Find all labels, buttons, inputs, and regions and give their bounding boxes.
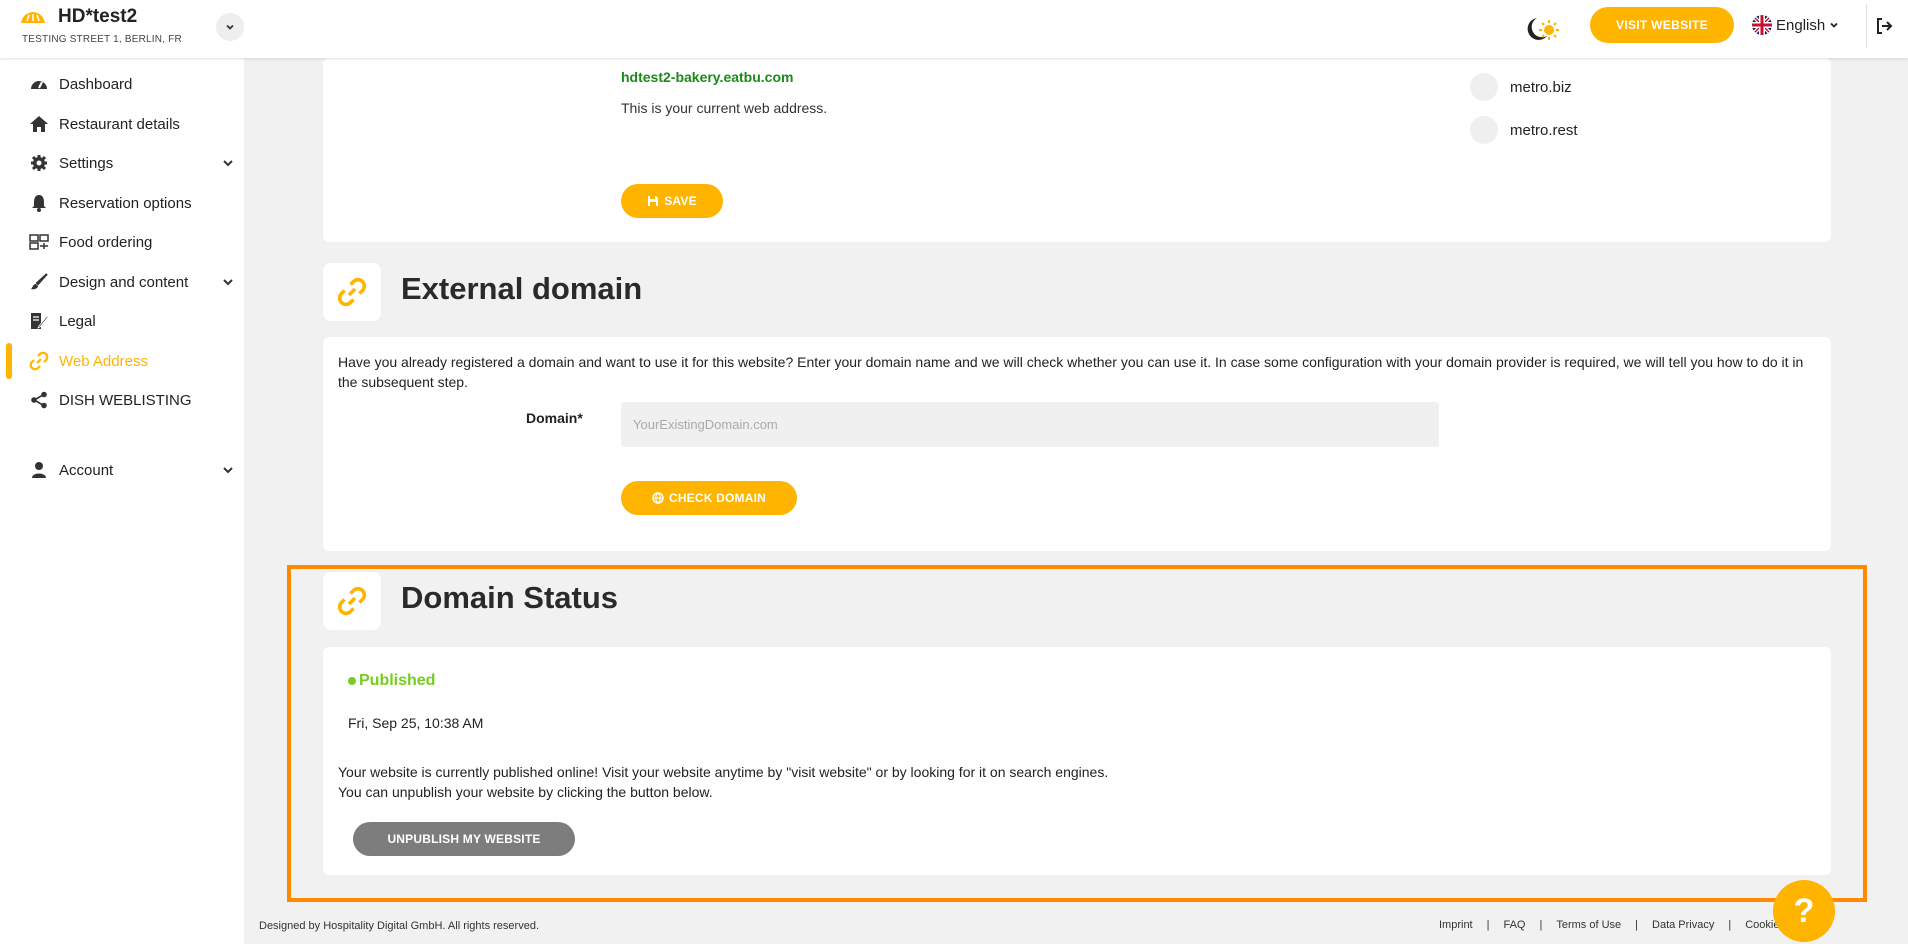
footer-separator: | [1728, 919, 1732, 931]
footer-link-faq[interactable]: FAQ [1503, 919, 1525, 931]
save-label: SAVE [664, 194, 697, 208]
gear-icon [28, 152, 50, 174]
radio-button[interactable] [1470, 73, 1498, 101]
visit-website-button[interactable]: VISIT WEBSITE [1590, 7, 1734, 43]
sidebar-item-label: Design and content [59, 273, 189, 291]
food-ordering-icon [28, 231, 50, 253]
current-web-address-description: This is your current web address. [621, 100, 828, 116]
chevron-down-icon [1830, 22, 1838, 28]
chevron-down-icon [223, 160, 233, 167]
sidebar-item-account[interactable]: Account [0, 452, 244, 488]
link-icon [337, 277, 367, 307]
footer-separator: | [1539, 919, 1543, 931]
footer-links: Imprint | FAQ | Terms of Use | Data Priv… [1439, 919, 1820, 931]
globe-icon [652, 492, 664, 504]
check-domain-label: CHECK DOMAIN [668, 491, 767, 505]
sidebar: Dashboard Restaurant details Settings Re… [0, 58, 244, 944]
language-label: English [1776, 16, 1826, 34]
web-address-card [323, 58, 1831, 242]
radio-button[interactable] [1470, 116, 1498, 144]
sidebar-item-design-and-content[interactable]: Design and content [0, 264, 244, 300]
footer-copyright: Designed by Hospitality Digital GmbH. Al… [259, 920, 540, 932]
sidebar-item-settings[interactable]: Settings [0, 145, 244, 181]
sidebar-item-reservation-options[interactable]: Reservation options [0, 185, 244, 221]
dashboard-icon [28, 73, 50, 95]
bell-icon [28, 192, 50, 214]
sidebar-item-label: Settings [59, 154, 114, 172]
help-button[interactable]: ? [1773, 880, 1835, 942]
chevron-down-icon [223, 467, 233, 474]
sidebar-item-label: Restaurant details [59, 115, 180, 133]
check-domain-button[interactable]: CHECK DOMAIN [621, 481, 797, 515]
domain-status-highlight-frame [287, 565, 1867, 902]
bakery-logo-icon [21, 12, 45, 23]
language-selector[interactable]: English [1752, 15, 1839, 35]
domain-option-metro-rest[interactable]: metro.rest [1470, 116, 1578, 144]
save-icon [648, 196, 659, 206]
sidebar-item-label: DISH WEBLISTING [59, 391, 192, 409]
restaurant-switch-button[interactable] [216, 13, 244, 41]
external-domain-icon-box [323, 263, 381, 321]
share-icon [28, 389, 50, 411]
sidebar-item-label: Account [59, 461, 114, 479]
home-icon [28, 113, 50, 135]
chevron-down-icon [223, 279, 233, 286]
restaurant-name: HD*test2 [58, 6, 138, 27]
sidebar-item-dish-weblisting[interactable]: DISH WEBLISTING [0, 382, 244, 418]
chevron-down-icon [226, 24, 234, 30]
footer-link-imprint[interactable]: Imprint [1439, 919, 1473, 931]
sidebar-item-web-address[interactable]: Web Address [0, 343, 244, 379]
link-icon [28, 350, 50, 372]
legal-icon [28, 310, 50, 332]
theme-toggle-icon[interactable] [1523, 14, 1559, 46]
external-domain-description: Have you already registered a domain and… [338, 354, 1804, 390]
domain-option-label: metro.rest [1510, 121, 1578, 139]
save-button[interactable]: SAVE [621, 184, 723, 218]
footer-link-terms[interactable]: Terms of Use [1556, 919, 1621, 931]
sidebar-item-label: Dashboard [59, 75, 133, 93]
external-domain-title: External domain [401, 271, 643, 306]
header-divider [1866, 4, 1867, 48]
sidebar-item-legal[interactable]: Legal [0, 303, 244, 339]
footer-separator: | [1635, 919, 1639, 931]
current-web-address[interactable]: hdtest2-bakery.eatbu.com [621, 69, 793, 85]
domain-input[interactable] [621, 402, 1439, 447]
sidebar-item-restaurant-details[interactable]: Restaurant details [0, 106, 244, 142]
sidebar-item-food-ordering[interactable]: Food ordering [0, 224, 244, 260]
sidebar-item-dashboard[interactable]: Dashboard [0, 66, 244, 102]
footer-link-privacy[interactable]: Data Privacy [1652, 919, 1714, 931]
sidebar-item-label: Web Address [59, 352, 148, 370]
domain-option-metro-biz[interactable]: metro.biz [1470, 73, 1572, 101]
sidebar-item-label: Legal [59, 312, 96, 330]
active-indicator [6, 343, 12, 379]
restaurant-address: TESTING STREET 1, BERLIN, FR [22, 34, 182, 45]
brush-icon [28, 271, 50, 293]
sidebar-item-label: Food ordering [59, 233, 153, 251]
user-icon [28, 459, 50, 481]
logout-icon[interactable] [1874, 16, 1894, 36]
sidebar-item-label: Reservation options [59, 194, 192, 212]
domain-option-label: metro.biz [1510, 78, 1572, 96]
uk-flag-icon [1752, 15, 1772, 35]
top-header: HD*test2 TESTING STREET 1, BERLIN, FR VI… [0, 0, 1908, 58]
domain-field-label: Domain* [526, 410, 583, 426]
footer-separator: | [1486, 919, 1490, 931]
